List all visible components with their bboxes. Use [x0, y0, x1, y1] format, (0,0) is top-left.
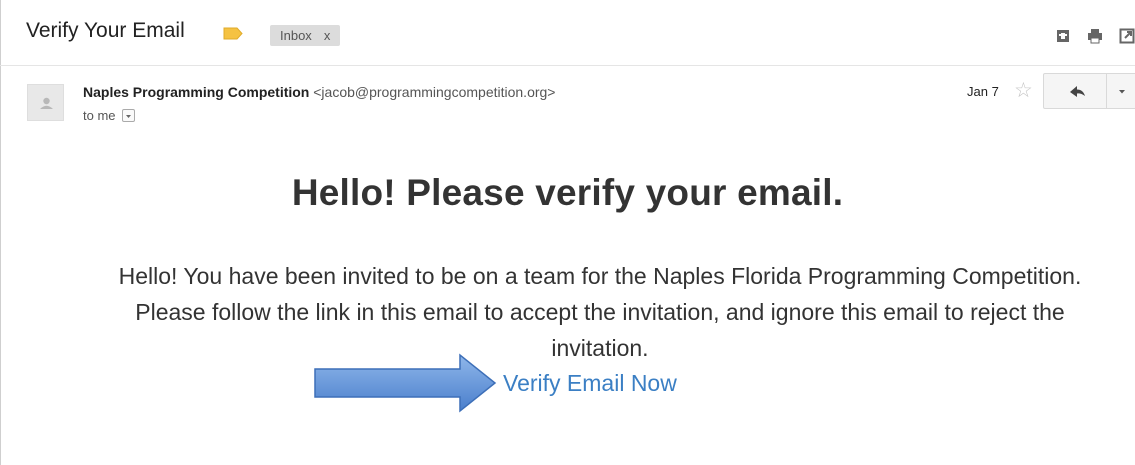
reply-button[interactable]	[1043, 73, 1107, 109]
inbox-label-text: Inbox	[280, 28, 312, 43]
new-window-icon[interactable]	[1119, 28, 1135, 44]
recipient-text: to me	[83, 108, 116, 123]
window-left-edge	[0, 0, 1, 465]
star-icon[interactable]: ☆	[1014, 80, 1033, 101]
print-icon[interactable]	[1087, 28, 1103, 44]
more-actions-button[interactable]	[1106, 73, 1135, 109]
chevron-down-icon	[125, 115, 131, 118]
email-body-text: Hello! You have been invited to be on a …	[118, 263, 1082, 361]
sender-email: <jacob@programmingcompetition.org>	[313, 84, 556, 100]
remove-label-button[interactable]: x	[324, 28, 331, 43]
top-toolbar	[1055, 28, 1135, 44]
recipient-line: to me	[83, 108, 135, 123]
message-date: Jan 7	[967, 84, 999, 99]
details-dropdown-button[interactable]	[121, 109, 135, 122]
sender-name[interactable]: Naples Programming Competition	[83, 84, 309, 100]
verify-email-link[interactable]: Verify Email Now	[503, 370, 677, 397]
chevron-down-icon	[1119, 90, 1125, 94]
important-label-icon[interactable]	[223, 27, 243, 40]
email-subject: Verify Your Email	[26, 19, 185, 42]
archive-icon[interactable]	[1055, 28, 1071, 44]
inbox-label-chip: Inbox x	[270, 25, 341, 46]
sender-line: Naples Programming Competition <jacob@pr…	[83, 84, 555, 100]
email-headline: Hello! Please verify your email.	[291, 172, 844, 213]
subject-bar: Verify Your Email Inbox x	[0, 0, 1135, 66]
sender-avatar[interactable]	[27, 84, 64, 121]
person-icon	[40, 97, 53, 109]
blue-arrow-annotation	[314, 353, 497, 413]
reply-icon	[1070, 86, 1085, 97]
